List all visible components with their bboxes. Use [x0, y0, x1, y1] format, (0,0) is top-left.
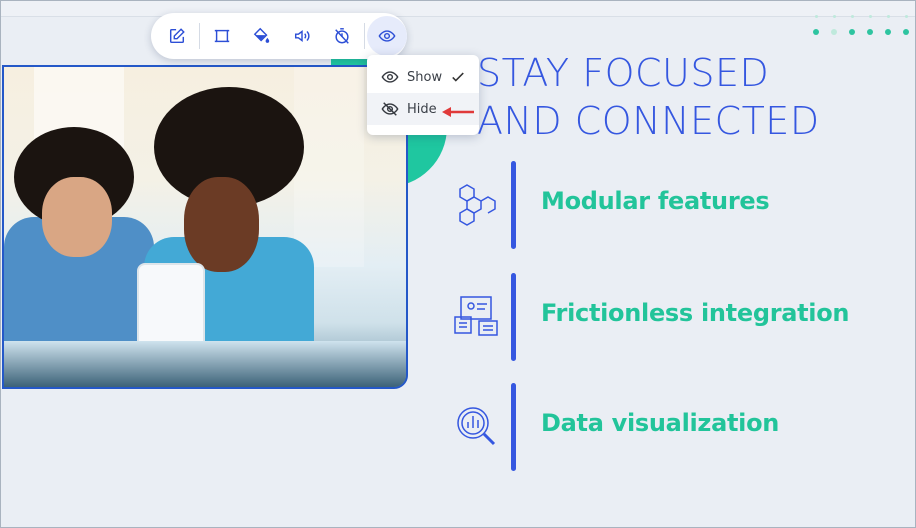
chart-magnifier-icon: [457, 407, 496, 446]
slide-title: STAY FOCUSED AND CONNECTED: [477, 49, 897, 145]
cubes-icon: [459, 184, 496, 226]
audio-button[interactable]: [282, 16, 322, 56]
visibility-menu: Show Hide: [367, 55, 479, 135]
element-toolbar: [151, 13, 407, 59]
timer-off-icon: [335, 28, 349, 44]
menu-item-show[interactable]: Show: [367, 61, 479, 93]
toolbar-divider: [364, 23, 365, 49]
checkmark-icon: [452, 72, 464, 82]
eye-icon: [381, 71, 399, 83]
feature-item: Frictionless integration: [453, 273, 893, 361]
menu-item-label: Show: [407, 69, 443, 85]
fill-button[interactable]: [242, 16, 282, 56]
eye-off-icon: [381, 102, 399, 116]
slide-title-line: AND CONNECTED: [477, 99, 820, 143]
integration-icon: [454, 296, 498, 336]
menu-item-label: Hide: [407, 101, 437, 117]
feature-label: Data visualization: [541, 409, 780, 437]
feature-divider: [511, 273, 516, 361]
eye-icon: [378, 30, 396, 42]
pencil-square-icon: [169, 28, 185, 44]
paint-bucket-icon: [253, 27, 270, 43]
feature-divider: [511, 383, 516, 471]
timer-button[interactable]: [322, 16, 362, 56]
toolbar-divider: [199, 23, 200, 49]
volume-icon: [294, 30, 310, 42]
feature-divider: [511, 161, 516, 249]
slide-canvas: Show Hide STAY FOCUSED AND CONNECTED Mod…: [0, 0, 916, 528]
crop-button[interactable]: [202, 16, 242, 56]
slide-title-line: STAY FOCUSED: [477, 51, 770, 95]
feature-item: Modular features: [453, 161, 893, 249]
feature-label: Frictionless integration: [541, 299, 850, 327]
edit-button[interactable]: [157, 16, 197, 56]
visibility-button[interactable]: [367, 16, 407, 56]
canvas-top-bar: [1, 1, 915, 17]
feature-label: Modular features: [541, 187, 770, 215]
crop-frame-icon: [214, 29, 230, 43]
annotation-arrow-icon: [442, 107, 474, 117]
selected-video-element[interactable]: [2, 65, 408, 389]
feature-item: Data visualization: [453, 383, 893, 471]
